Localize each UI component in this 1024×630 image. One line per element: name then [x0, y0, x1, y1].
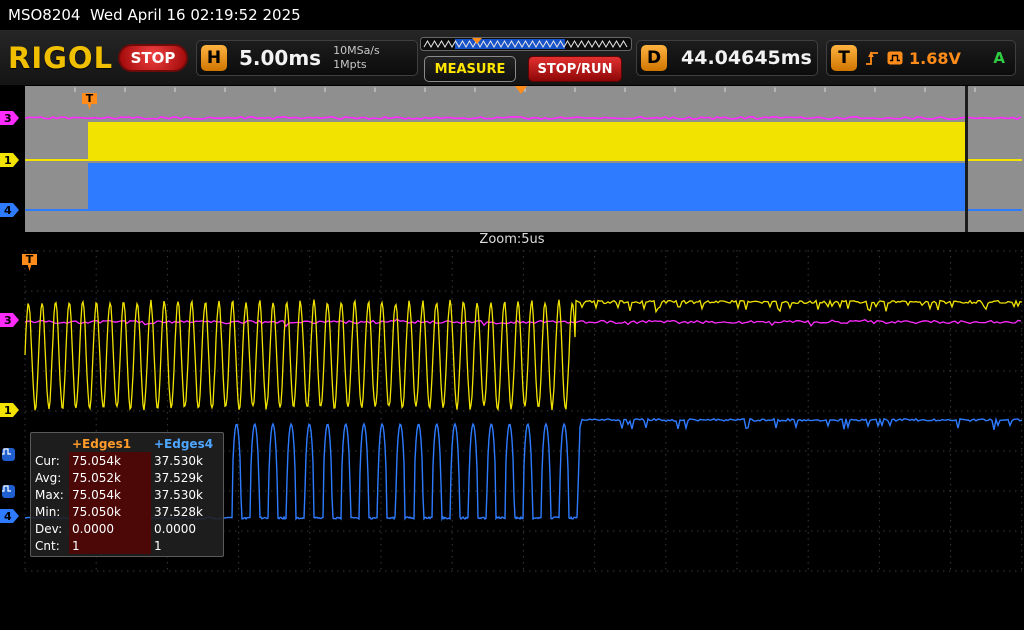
row-label: Dev:	[31, 522, 69, 536]
edges4-header: +Edges4	[151, 437, 223, 451]
measurement-slot1-icon[interactable]	[2, 448, 15, 461]
trigger-position-marker[interactable]	[515, 86, 527, 94]
measurement-slot2-icon[interactable]	[2, 485, 15, 498]
bottom-bar: 1 1.00V -280mV 2 500mV 0.00V 3	[0, 572, 1024, 630]
edges4-min: 37.528k	[151, 505, 223, 519]
trigger-slope-icon	[863, 48, 881, 68]
model-and-datetime: MSO8204 Wed April 16 02:19:52 2025	[8, 6, 301, 24]
d-badge[interactable]: D	[641, 45, 667, 71]
row-label: Min:	[31, 505, 69, 519]
trigger-group[interactable]: T 1.68V A	[826, 40, 1016, 76]
timebase-value[interactable]: 5.00ms	[239, 46, 321, 70]
header-bar: RIGOL STOP H 5.00ms 10MSa/s 1Mpts MEASUR…	[0, 30, 1024, 86]
waveform-overview[interactable]: T 3 1 4	[0, 86, 1024, 232]
edges1-min: 75.050k	[69, 503, 151, 520]
edges4-max: 37.530k	[151, 488, 223, 502]
measure-row-dev: Dev: 0.0000 0.0000	[31, 520, 223, 537]
measure-row-avg: Avg: 75.052k 37.529k	[31, 469, 223, 486]
sample-info: 10MSa/s 1Mpts	[333, 44, 380, 73]
measurement-popup-header: +Edges1 +Edges4	[31, 435, 223, 452]
edges1-cur: 75.054k	[69, 452, 151, 469]
stop-run-button[interactable]: STOP/RUN	[528, 56, 622, 82]
measurement-popup[interactable]: +Edges1 +Edges4 Cur: 75.054k 37.530k Avg…	[30, 432, 224, 557]
measure-row-cnt: Cnt: 1 1	[31, 537, 223, 554]
stop-run-label: STOP/RUN	[537, 62, 612, 77]
zoom-scale-label: Zoom:5us	[0, 232, 1024, 250]
edges4-cur: 37.530k	[151, 454, 223, 468]
edges1-avg: 75.052k	[69, 469, 151, 486]
sample-rate: 10MSa/s	[333, 44, 380, 58]
measure-row-cur: Cur: 75.054k 37.530k	[31, 452, 223, 469]
measure-row-max: Max: 75.054k 37.530k	[31, 486, 223, 503]
overview-waveform-svg	[0, 86, 1024, 232]
trigger-status: A	[993, 49, 1005, 67]
measure-row-min: Min: 75.050k 37.528k	[31, 503, 223, 520]
rigol-logo: RIGOL	[8, 41, 113, 75]
run-state-badge: STOP	[118, 44, 188, 72]
edges1-max: 75.054k	[69, 486, 151, 503]
edges1-dev: 0.0000	[69, 520, 151, 537]
trigger-level-value[interactable]: 1.68V	[909, 49, 961, 68]
edges4-avg: 37.529k	[151, 471, 223, 485]
zoom-waveform-area[interactable]: T 3 1 4 +Edges1 +Edges4 Cur: 75.054k 37.…	[0, 250, 1024, 572]
measure-button[interactable]: MEASURE	[424, 56, 516, 82]
horizontal-position-scrollbar[interactable]	[420, 36, 632, 52]
edges4-dev: 0.0000	[151, 522, 223, 536]
topbar: MSO8204 Wed April 16 02:19:52 2025	[0, 0, 1024, 30]
h-badge[interactable]: H	[201, 45, 227, 71]
row-label: Cnt:	[31, 539, 69, 553]
trigger-coupling-icon	[887, 51, 903, 65]
edges1-cnt: 1	[69, 537, 151, 554]
oscilloscope-screen: MSO8204 Wed April 16 02:19:52 2025 RIGOL…	[0, 0, 1024, 630]
row-label: Cur:	[31, 454, 69, 468]
delay-value[interactable]: 44.04645ms	[681, 47, 812, 69]
horizontal-timebase-group[interactable]: H 5.00ms 10MSa/s 1Mpts	[196, 40, 418, 76]
t-badge[interactable]: T	[831, 45, 857, 71]
edges1-header: +Edges1	[69, 437, 151, 451]
edges4-cnt: 1	[151, 539, 223, 553]
delay-group[interactable]: D 44.04645ms	[636, 40, 818, 76]
memory-depth: 1Mpts	[333, 58, 380, 72]
row-label: Avg:	[31, 471, 69, 485]
row-label: Max:	[31, 488, 69, 502]
measure-button-label: MEASURE	[435, 62, 506, 77]
